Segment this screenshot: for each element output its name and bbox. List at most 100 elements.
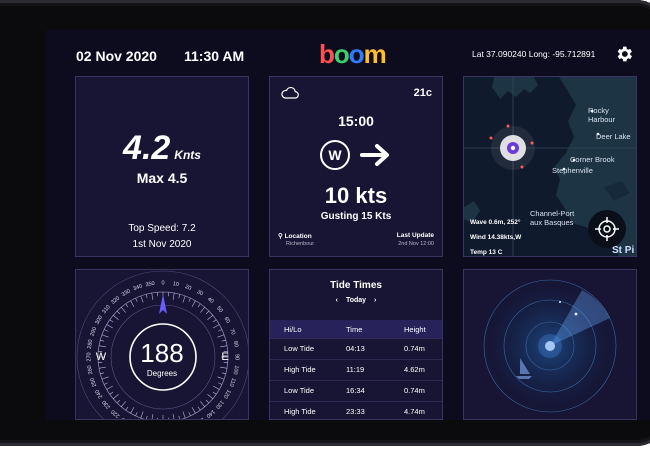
tide-height: 0.74m — [404, 386, 425, 395]
compass-tick — [213, 385, 220, 390]
compass-degree-label: 120 — [222, 388, 232, 399]
compass-tick — [130, 300, 135, 307]
compass-degree-label: 300 — [94, 315, 104, 326]
map-label: Corner Brook — [570, 155, 615, 164]
compass-tick — [197, 303, 201, 308]
compass-degree-label: 250 — [89, 377, 98, 388]
tide-type: High Tide — [284, 365, 316, 374]
compass-tick — [109, 391, 114, 395]
compass-degree-label: 230 — [101, 399, 112, 410]
column-header: Time — [346, 325, 363, 334]
max-speed: Max 4.5 — [136, 170, 188, 186]
compass-tick — [103, 382, 108, 385]
temperature: 21c — [413, 87, 432, 99]
prev-day-button[interactable]: ‹ — [336, 297, 338, 304]
compass-tick — [205, 399, 210, 404]
compass-degree-label: 210 — [121, 416, 132, 420]
tide-card[interactable]: Tide Times ‹ Today › Hi/Lo Time Height L… — [269, 269, 443, 420]
tide-day: Today — [345, 297, 367, 304]
pin-icon: ⚲ — [278, 233, 283, 240]
top-speed: Top Speed: 7.2 — [128, 223, 196, 234]
table-row: High Tide 11:19 4.62m — [270, 359, 442, 380]
wind-speed: 10 kts — [324, 183, 388, 208]
compass-tick — [178, 415, 180, 419]
compass-degree-label: 20 — [184, 284, 192, 292]
top-speed-date: 1st Nov 2020 — [132, 239, 192, 250]
wind-card[interactable]: 21c 15:00 W 10 kts Gusting 15 Kts ⚲ Loca… — [269, 76, 443, 257]
temp-readout: Temp 13 C — [470, 249, 503, 256]
compass-tick — [207, 394, 213, 400]
compass-tick — [130, 407, 135, 414]
next-day-button[interactable]: › — [374, 297, 376, 304]
compass-tick — [145, 294, 148, 299]
compass-degree-label: 150 — [194, 416, 205, 420]
compass-degree-label: 240 — [94, 388, 104, 399]
tide-type: Low Tide — [284, 344, 315, 353]
wind-direction-badge: W — [320, 140, 350, 170]
tide-title: Tide Times — [330, 280, 382, 291]
compass-card[interactable]: 0102030405060708090100110120130140150160… — [75, 269, 249, 420]
radar-card[interactable] — [463, 269, 637, 420]
header-time: 11:30 AM — [184, 48, 245, 64]
map-label: Deer Lake — [596, 132, 631, 141]
compass-degree-label: 350 — [145, 281, 155, 289]
compass-tick — [106, 385, 113, 390]
north-pointer — [159, 294, 167, 314]
compass-tick — [140, 295, 144, 303]
location-label-text: Location — [284, 233, 312, 240]
compass-tick — [113, 314, 119, 320]
heading-degrees: 188 — [140, 338, 184, 368]
current-speed: 4.2 Knts — [76, 129, 248, 168]
tide-time: 04:13 — [346, 344, 365, 353]
compass-tick — [125, 303, 129, 308]
app-screen: 02 Nov 2020 11:30 AM boom Lat 37.090240 … — [46, 30, 650, 420]
compass-degree-label: 320 — [110, 295, 121, 306]
tide-height: 0.74m — [404, 344, 425, 353]
compass-tick — [205, 310, 210, 315]
logo-letter: b — [319, 39, 335, 69]
column-header: Hi/Lo — [284, 325, 302, 334]
header-date: 02 Nov 2020 — [76, 48, 157, 64]
compass-degree-label: 110 — [228, 377, 237, 387]
compass-tick — [218, 329, 223, 332]
recenter-button[interactable] — [588, 210, 626, 248]
compass-tick — [218, 382, 223, 385]
map-label: Rocky Harbour — [588, 106, 616, 124]
location-value: Richenbour — [286, 241, 315, 247]
compass-tick — [106, 324, 113, 329]
speed-card[interactable]: 4.2 Knts Max 4.5 Top Speed: 7.2 1st Nov 2… — [75, 76, 249, 257]
compass-tick — [188, 412, 191, 417]
speed-value: 4.2 — [123, 129, 171, 167]
compass-tick — [151, 292, 154, 300]
compass-tick — [217, 334, 225, 338]
compass-tick — [120, 307, 126, 313]
wave-readout: Wave 0.6m, 252° — [470, 219, 521, 226]
app-logo: boom — [319, 39, 387, 70]
compass-degree-label: 70 — [228, 328, 236, 336]
tide-time: 23:33 — [346, 407, 365, 416]
compass-tick — [212, 319, 217, 323]
compass-tick — [188, 297, 191, 302]
map-card[interactable]: Rocky Harbour Deer Lake Corner Brook Ste… — [463, 76, 637, 257]
compass-tick — [103, 329, 108, 332]
tide-height: 4.74m — [404, 407, 425, 416]
tide-height: 4.62m — [404, 365, 425, 374]
wind-readout: Wind 14.38kts,W — [470, 234, 522, 241]
compass-tick — [172, 292, 175, 300]
compass-tick — [212, 391, 217, 395]
compass-tick — [109, 319, 114, 323]
last-update-value: 2nd Nov 12:00 — [398, 241, 434, 247]
compass-tick — [135, 412, 138, 417]
compass-tick — [182, 295, 186, 303]
compass-tick — [125, 406, 129, 411]
gear-icon[interactable] — [614, 44, 634, 64]
compass-tick — [116, 310, 121, 315]
logo-letter: o — [348, 39, 365, 69]
arrow-right-icon — [360, 144, 389, 166]
map-label: Stephenville — [552, 166, 593, 175]
compass-degree-label: 30 — [196, 289, 204, 297]
last-update-label: Last Update — [396, 232, 434, 239]
cloud-icon — [281, 87, 299, 99]
heading-label: Degrees — [146, 369, 178, 378]
crosshair-icon — [595, 217, 619, 241]
